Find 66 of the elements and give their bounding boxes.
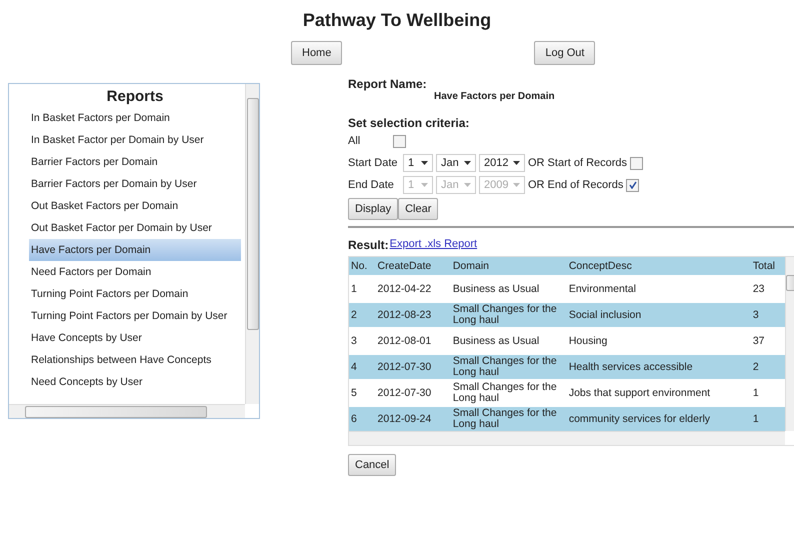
report-item[interactable]: Need Concepts by User — [29, 371, 241, 393]
vertical-scrollbar[interactable] — [785, 257, 794, 431]
vertical-scrollbar[interactable] — [245, 84, 259, 404]
report-item[interactable]: Turning Point Factors per Domain by User — [29, 305, 241, 327]
records-checkbox[interactable] — [630, 156, 644, 170]
checkmark-icon — [628, 181, 637, 189]
table-cell: Social inclusion — [566, 302, 751, 328]
dropdown-caret-icon — [421, 161, 428, 165]
date-dropdown[interactable]: 2012 — [479, 154, 525, 172]
table-cell: community services for elderly — [566, 406, 751, 431]
table-cell: 2012-07-30 — [376, 354, 451, 380]
dropdown-caret-icon — [513, 183, 520, 187]
report-item[interactable]: Relationships between Have Concepts — [29, 349, 241, 371]
or-label: OR End of Records — [528, 179, 624, 191]
report-item[interactable]: Barrier Factors per Domain by User — [29, 173, 241, 195]
report-item[interactable]: Barrier Factors per Domain — [29, 151, 241, 173]
page-title: Pathway To Wellbeing — [302, 10, 492, 31]
date-label: Start Date — [348, 157, 399, 169]
table-cell: Small Changes for the Long haul — [450, 302, 567, 328]
report-item[interactable]: Turning Point Factors per Domain — [29, 283, 241, 305]
nav-button[interactable]: Log Out — [534, 41, 596, 65]
table-cell: 6 — [349, 406, 376, 431]
column-header: No. — [349, 257, 376, 276]
report-item[interactable]: Have Factors per Domain — [29, 239, 241, 261]
dropdown-caret-icon — [421, 183, 428, 187]
report-item[interactable]: Out Basket Factors per Domain — [29, 195, 241, 217]
column-header: CreateDate — [376, 257, 451, 276]
dropdown-caret-icon — [464, 161, 471, 165]
table-cell: 3 — [750, 302, 785, 328]
report-item[interactable]: In Basket Factors per Domain — [29, 107, 241, 129]
table-cell: 4 — [349, 354, 376, 380]
report-name-label: Report Name: — [348, 77, 428, 91]
table-cell: Small Changes for the Long haul — [450, 354, 567, 380]
column-header: Total — [750, 257, 785, 276]
all-checkbox[interactable] — [393, 134, 406, 148]
table-cell: 2 — [349, 302, 376, 328]
table-cell: 1 — [750, 406, 785, 431]
report-item[interactable]: Out Basket Factor per Domain by User — [29, 217, 241, 239]
criteria-heading: Set selection criteria: — [348, 116, 470, 130]
horizontal-scrollbar[interactable] — [9, 404, 245, 418]
export-link[interactable]: Export .xls Report — [390, 238, 478, 252]
column-header: Domain — [450, 257, 567, 276]
column-header: ConceptDesc — [566, 257, 751, 276]
report-item[interactable]: Need Factors per Domain — [29, 261, 241, 283]
cancel-button[interactable]: Cancel — [348, 454, 396, 476]
report-name-value: Have Factors per Domain — [434, 91, 556, 102]
date-dropdown[interactable]: Jan — [436, 154, 476, 172]
report-item[interactable]: In Basket Factor per Domain by User — [29, 129, 241, 151]
dropdown-caret-icon — [513, 161, 520, 165]
nav-button[interactable]: Home — [291, 41, 342, 65]
table-cell: 2012-08-23 — [376, 302, 451, 328]
result-label: Result: — [348, 238, 389, 252]
table-cell: Health services accessible — [566, 354, 751, 380]
table-cell: 2012-09-24 — [376, 406, 451, 431]
criteria-button[interactable]: Clear — [398, 198, 438, 220]
date-label: End Date — [348, 179, 395, 191]
table-cell: Small Changes for the Long haul — [450, 406, 567, 431]
panel-heading: Reports — [106, 88, 164, 105]
report-item[interactable]: Have Concepts by User — [29, 327, 241, 349]
table-cell: 2 — [750, 354, 785, 380]
all-label: All — [348, 135, 362, 147]
criteria-button[interactable]: Display — [348, 198, 398, 220]
horizontal-scrollbar[interactable] — [349, 431, 785, 445]
date-dropdown[interactable]: 1 — [403, 154, 433, 172]
dropdown-caret-icon — [464, 183, 471, 187]
or-label: OR Start of Records — [528, 157, 628, 169]
